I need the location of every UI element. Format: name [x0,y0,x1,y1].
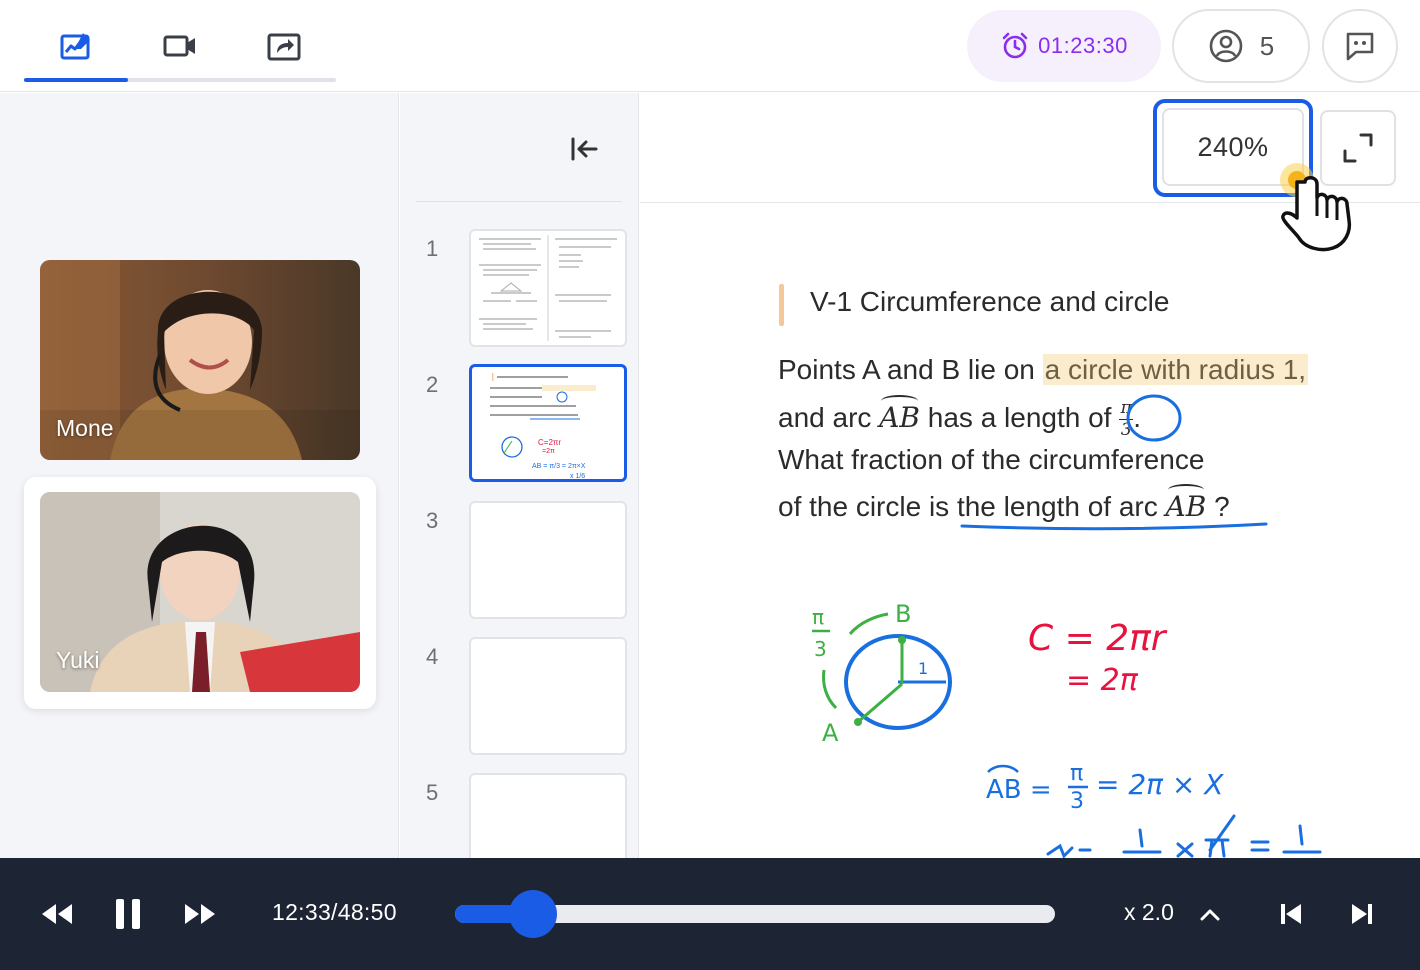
chat-bubble-icon [1346,32,1374,61]
rewind-icon [42,904,72,924]
fullscreen-icon [1343,133,1373,163]
chat-button[interactable] [1322,9,1398,83]
top-bar: 01:23:30 5 [0,0,1420,92]
circumference-value: = 2π [1066,663,1139,698]
participants-panel: Mone Yuki [0,93,399,858]
next-button[interactable] [1340,894,1384,934]
ink-annotations: B A π 3 1 C = 2πr = 2π AB = π 3 = 2π × X [812,394,1322,858]
fast-forward-button[interactable] [178,894,222,934]
arc-length-denominator: 3 [814,637,827,661]
participant-video-mone[interactable]: Mone [40,260,360,460]
page-thumbnail-2-active[interactable]: C=2πr =2π AB = π/3 = 2π×X x 1/6 [469,364,627,482]
seek-handle[interactable] [509,890,557,938]
point-b-label: B [895,600,911,628]
page-number: 3 [426,508,439,533]
fast-forward-icon [185,904,215,924]
page-preview [479,235,617,341]
circumference-formula: C = 2πr [1028,618,1168,659]
arc-equation-lhs: AB = [986,775,1052,805]
collapse-left-icon [571,137,598,161]
session-timer: 01:23:30 [967,10,1161,82]
document-page[interactable]: V-1 Circumference and circle Points A an… [640,204,1420,858]
alarm-clock-icon [1002,32,1028,59]
svg-text:x 1/6: x 1/6 [570,473,585,479]
tab-active-indicator [24,78,128,82]
arc-equation-rhs: = 2π × X [1096,768,1224,801]
page-thumbnail-3[interactable] [469,501,627,619]
video-camera-icon [163,35,195,57]
viewer-toolbar: 240% [640,93,1420,203]
svg-text:C=2πr: C=2πr [538,438,561,447]
skip-previous-icon [1281,904,1301,924]
participants-count: 5 [1259,30,1275,61]
page-preview: C=2πr =2π AB = π/3 = 2π×X x 1/6 [490,373,596,479]
tab-video[interactable] [128,20,232,72]
participant-name: Mone [56,415,114,441]
chevron-up-icon [1200,909,1220,921]
participant-name: Yuki [56,647,100,673]
previous-button[interactable] [1269,894,1313,934]
collapse-thumbnails-button[interactable] [564,129,604,169]
svg-text:AB = π/3 = 2π×X: AB = π/3 = 2π×X [532,463,586,470]
zoom-level-button[interactable]: 240% [1162,108,1304,186]
participants-count-button[interactable]: 5 [1172,9,1310,83]
timer-value: 01:23:30 [1038,33,1128,58]
page-thumbnails-panel: 1 2 C=2πr =2π AB = π/3 = 2π×X x 1/6 3 4 … [400,93,639,891]
pause-button[interactable] [106,894,150,934]
rewind-button[interactable] [35,894,79,934]
point-a-label: A [822,719,839,747]
page-thumbnail-1[interactable] [469,229,627,347]
arc-equation-numerator: π [1070,761,1083,786]
arc-length-numerator: π [812,605,824,629]
pause-icon [116,899,140,929]
page-number: 1 [426,236,439,261]
radius-label: 1 [918,659,928,678]
arc-equation-denominator: 3 [1070,789,1084,814]
speed-menu-button[interactable] [1188,894,1232,934]
playback-bar: 12:33/48:50 x 2.0 [0,858,1420,970]
share-screen-icon [267,33,301,61]
user-icon [1209,29,1243,63]
divider [416,201,622,202]
page-number: 4 [426,644,439,669]
document-viewer: 240% V-1 Circumference and circle Points… [640,93,1420,858]
page-thumbnail-4[interactable] [469,637,627,755]
fullscreen-button[interactable] [1320,110,1396,186]
skip-next-icon [1352,904,1372,924]
page-number: 2 [426,372,439,397]
svg-text:=2π: =2π [542,448,555,455]
participant-video-yuki[interactable]: Yuki [40,492,360,692]
tab-share[interactable] [232,20,336,72]
playback-speed[interactable]: x 2.0 [1124,899,1174,926]
page-number: 5 [426,780,439,805]
tab-whiteboard[interactable] [24,20,128,72]
playback-time: 12:33/48:50 [272,899,397,925]
whiteboard-icon [60,33,90,60]
